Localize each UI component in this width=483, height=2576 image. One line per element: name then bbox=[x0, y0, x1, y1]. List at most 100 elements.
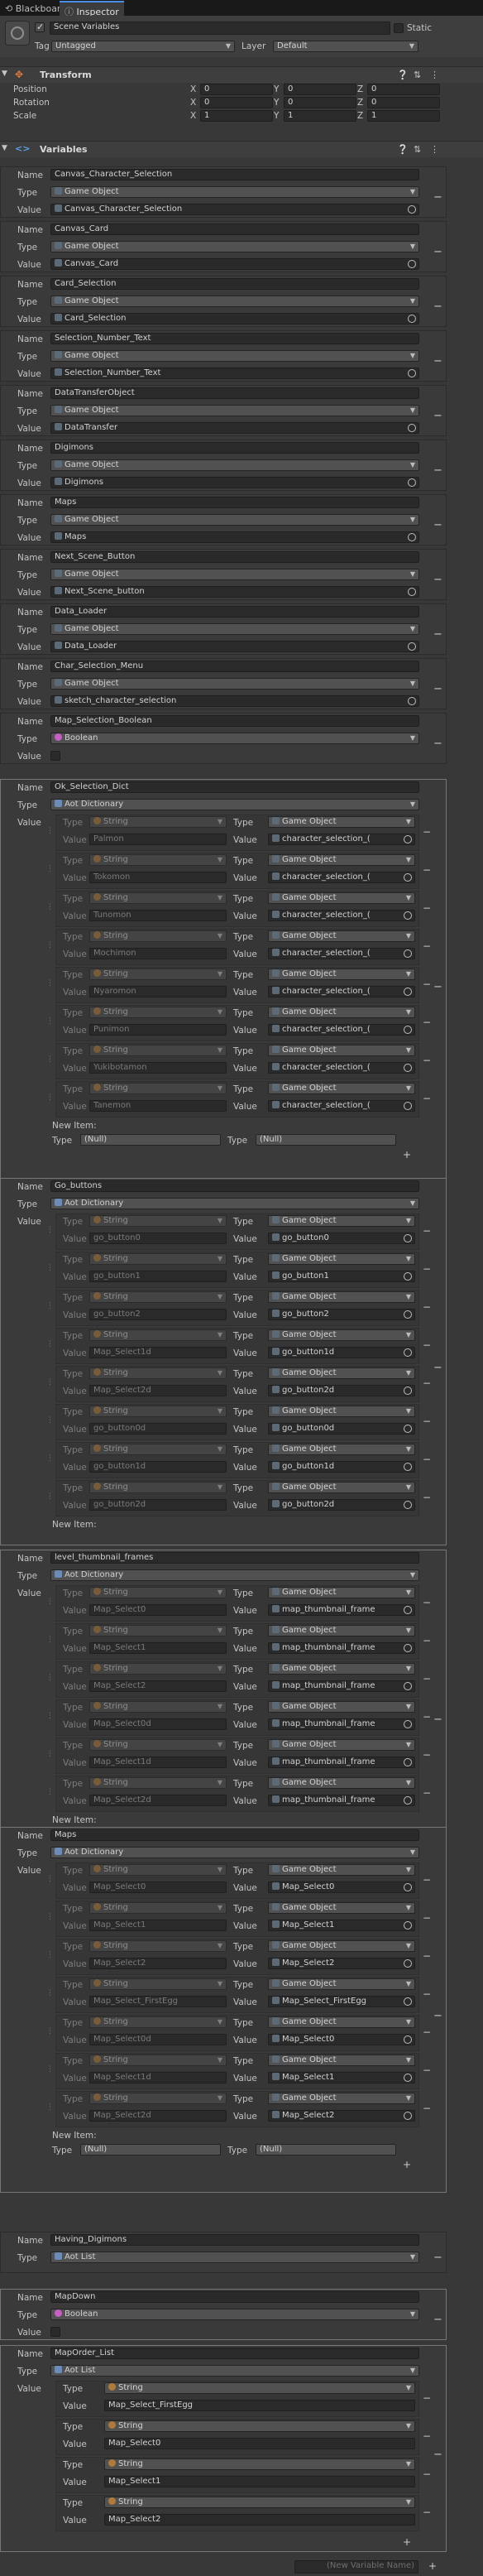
menu-icon[interactable]: ⋮ bbox=[430, 70, 439, 80]
key-type-dropdown[interactable]: String ▼ bbox=[89, 1007, 227, 1018]
remove-variable-button[interactable]: − bbox=[433, 355, 442, 368]
value-type-dropdown[interactable]: Game Object ▼ bbox=[268, 1291, 415, 1303]
add-variable-button[interactable]: + bbox=[428, 2560, 437, 2572]
value-object-field[interactable]: character_selection_( bbox=[268, 1062, 415, 1074]
remove-entry-button[interactable]: − bbox=[423, 1263, 431, 1275]
value-object-field[interactable]: Map_Select_FirstEgg bbox=[268, 1996, 415, 2007]
value-checkbox[interactable] bbox=[50, 2327, 60, 2337]
object-picker-icon[interactable] bbox=[408, 205, 416, 214]
value-type-dropdown[interactable]: Game Object ▼ bbox=[268, 1663, 415, 1675]
remove-entry-button[interactable]: − bbox=[423, 1711, 431, 1723]
remove-variable-button[interactable]: − bbox=[433, 1362, 442, 1374]
key-field[interactable]: Map_Select0 bbox=[89, 1604, 227, 1616]
drag-handle-icon[interactable]: ⋮ bbox=[46, 1674, 54, 1682]
drag-handle-icon[interactable]: ⋮ bbox=[46, 1264, 54, 1272]
remove-entry-button[interactable]: − bbox=[423, 940, 431, 952]
value-checkbox[interactable] bbox=[50, 751, 60, 761]
object-name-field[interactable]: Scene Variables bbox=[50, 22, 390, 35]
value-object-field[interactable]: go_button2 bbox=[268, 1309, 415, 1320]
remove-entry-button[interactable]: − bbox=[423, 978, 431, 990]
key-field[interactable]: go_button1d bbox=[89, 1461, 227, 1473]
drag-handle-icon[interactable]: ⋮ bbox=[46, 2065, 54, 2074]
type-dropdown[interactable]: Game Object ▼ bbox=[50, 623, 419, 635]
type-dropdown[interactable]: Game Object ▼ bbox=[50, 678, 419, 690]
key-field[interactable]: go_button2d bbox=[89, 1499, 227, 1511]
drag-handle-icon[interactable]: ⋮ bbox=[46, 1913, 54, 1921]
remove-entry-button[interactable]: − bbox=[423, 1454, 431, 1465]
variable-name-field[interactable]: Map_Selection_Boolean bbox=[50, 715, 419, 727]
object-field[interactable]: Card_Selection bbox=[50, 313, 419, 324]
drag-handle-icon[interactable]: ⋮ bbox=[46, 1416, 54, 1425]
object-picker-icon[interactable] bbox=[404, 2035, 412, 2044]
remove-variable-button[interactable]: − bbox=[433, 2010, 442, 2022]
object-field[interactable]: Next_Scene_button bbox=[50, 586, 419, 598]
variable-name-field[interactable]: Card_Selection bbox=[50, 278, 419, 290]
value-type-dropdown[interactable]: Game Object ▼ bbox=[268, 930, 415, 942]
remove-variable-button[interactable]: − bbox=[433, 1713, 442, 1726]
remove-variable-button[interactable]: − bbox=[433, 981, 442, 993]
key-type-dropdown[interactable]: String ▼ bbox=[89, 816, 227, 828]
menu-icon[interactable]: ⋮ bbox=[430, 144, 439, 155]
object-field[interactable]: Data_Loader bbox=[50, 641, 419, 652]
remove-variable-button[interactable]: − bbox=[433, 574, 442, 586]
object-picker-icon[interactable] bbox=[404, 1959, 412, 1968]
remove-entry-button[interactable]: − bbox=[423, 1635, 431, 1646]
value-object-field[interactable]: map_thumbnail_frame bbox=[268, 1757, 415, 1768]
value-object-field[interactable]: go_button0d bbox=[268, 1423, 415, 1435]
drag-handle-icon[interactable]: ⋮ bbox=[46, 1226, 54, 1234]
remove-variable-button[interactable]: − bbox=[433, 410, 442, 422]
static-checkbox[interactable] bbox=[394, 23, 404, 33]
object-picker-icon[interactable] bbox=[404, 1997, 412, 2006]
value-object-field[interactable]: go_button1d bbox=[268, 1461, 415, 1473]
preset-icon[interactable]: ⇅ bbox=[414, 70, 421, 80]
variable-name-field[interactable]: Ok_Selection_Dict bbox=[50, 781, 419, 793]
tag-dropdown[interactable]: Untagged ▼ bbox=[51, 41, 235, 52]
key-type-dropdown[interactable]: String ▼ bbox=[89, 1940, 227, 1952]
value-object-field[interactable]: map_thumbnail_frame bbox=[268, 1795, 415, 1806]
key-type-dropdown[interactable]: String ▼ bbox=[89, 1739, 227, 1751]
object-field[interactable]: Selection_Number_Text bbox=[50, 368, 419, 379]
object-picker-icon[interactable] bbox=[404, 1921, 412, 1930]
object-picker-icon[interactable] bbox=[404, 1310, 412, 1319]
value-type-dropdown[interactable]: Game Object ▼ bbox=[268, 1083, 415, 1094]
object-picker-icon[interactable] bbox=[404, 1387, 412, 1395]
value-type-dropdown[interactable]: Game Object ▼ bbox=[268, 1367, 415, 1379]
value-type-dropdown[interactable]: Game Object ▼ bbox=[268, 1215, 415, 1227]
object-picker-icon[interactable] bbox=[408, 697, 416, 705]
value-type-dropdown[interactable]: Game Object ▼ bbox=[268, 2016, 415, 2028]
add-item-button[interactable]: + bbox=[403, 2536, 411, 2548]
type-dropdown[interactable]: Game Object ▼ bbox=[50, 350, 419, 362]
value-object-field[interactable]: Map_Select1 bbox=[268, 2072, 415, 2083]
object-picker-icon[interactable] bbox=[404, 1348, 412, 1357]
object-picker-icon[interactable] bbox=[404, 1644, 412, 1652]
remove-entry-button[interactable]: − bbox=[423, 1597, 431, 1608]
drag-handle-icon[interactable]: ⋮ bbox=[46, 2103, 54, 2112]
object-picker-icon[interactable] bbox=[408, 533, 416, 541]
remove-entry-button[interactable]: − bbox=[423, 1787, 431, 1799]
remove-variable-button[interactable]: − bbox=[433, 519, 442, 531]
key-type-dropdown[interactable]: String ▼ bbox=[89, 1663, 227, 1675]
item-type-dropdown[interactable]: String ▼ bbox=[104, 2497, 415, 2508]
value-object-field[interactable]: go_button2d bbox=[268, 1499, 415, 1511]
object-picker-icon[interactable] bbox=[404, 1064, 412, 1072]
transform-y-field[interactable]: 0 bbox=[284, 84, 356, 95]
remove-item-button[interactable]: − bbox=[423, 2468, 431, 2480]
value-object-field[interactable]: character_selection_( bbox=[268, 834, 415, 845]
drag-handle-icon[interactable]: ⋮ bbox=[46, 1340, 54, 1348]
object-picker-icon[interactable] bbox=[404, 1102, 412, 1110]
key-field[interactable]: Map_Select0d bbox=[89, 1718, 227, 1730]
value-type-dropdown[interactable]: Game Object ▼ bbox=[268, 1625, 415, 1636]
type-dropdown[interactable]: Game Object ▼ bbox=[50, 514, 419, 526]
value-type-dropdown[interactable]: Game Object ▼ bbox=[268, 854, 415, 866]
key-field[interactable]: Map_Select2d bbox=[89, 1795, 227, 1806]
object-field[interactable]: Canvas_Card bbox=[50, 258, 419, 270]
transform-z-field[interactable]: 1 bbox=[367, 110, 440, 122]
type-dropdown[interactable]: Aot Dictionary ▼ bbox=[50, 1198, 419, 1209]
remove-entry-button[interactable]: − bbox=[423, 2026, 431, 2038]
remove-variable-button[interactable]: − bbox=[433, 683, 442, 695]
drag-handle-icon[interactable]: ⋮ bbox=[46, 1989, 54, 1997]
key-type-dropdown[interactable]: String ▼ bbox=[89, 2093, 227, 2104]
value-object-field[interactable]: go_button2d bbox=[268, 1385, 415, 1396]
new-value-type-dropdown[interactable]: (Null) bbox=[256, 2144, 396, 2155]
variable-name-field[interactable]: Maps bbox=[50, 497, 419, 508]
